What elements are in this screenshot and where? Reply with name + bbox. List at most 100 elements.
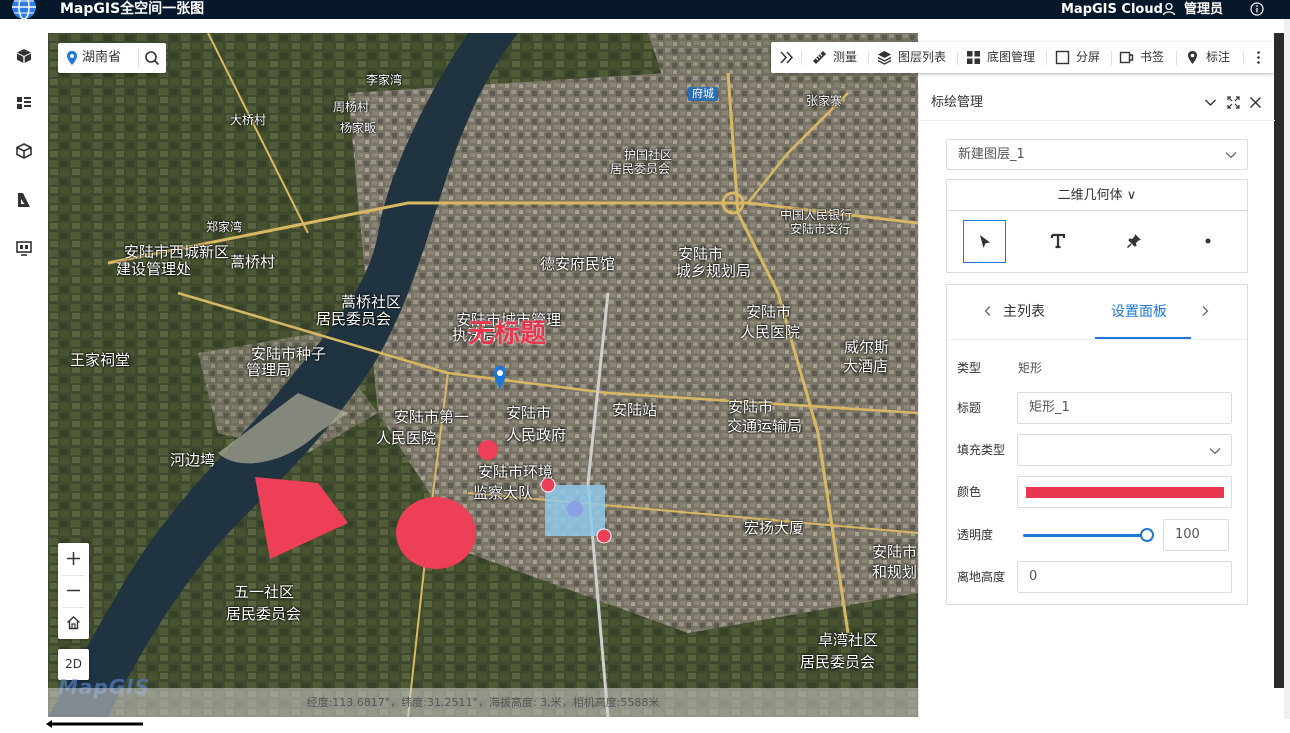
layer-list-button[interactable]: 图层列表: [877, 42, 955, 73]
fill-type-label: 填充类型: [957, 443, 1006, 457]
panel-title: 标绘管理: [931, 95, 984, 110]
fill-type-select[interactable]: [1017, 434, 1232, 466]
satellite-imagery: [48, 33, 918, 717]
user-name[interactable]: 管理员: [1184, 0, 1223, 19]
scrollbar[interactable]: [1284, 19, 1290, 719]
title-input[interactable]: 矩形_1: [1017, 392, 1232, 424]
split-screen-label: 分屏: [1076, 50, 1101, 64]
pin-tool[interactable]: [1113, 220, 1156, 263]
geometry-type-select[interactable]: 二维几何体 ∨: [947, 180, 1247, 211]
split-icon: [1055, 50, 1070, 65]
divider: [1111, 51, 1112, 65]
globe-logo-icon: [12, 0, 36, 20]
color-picker[interactable]: [1017, 476, 1232, 508]
dot-icon: [1205, 238, 1211, 244]
divider: [957, 51, 958, 65]
home-icon: [67, 616, 80, 630]
chevron-down-icon: [1209, 448, 1221, 455]
plot-manager-panel: 标绘管理 新建图层_1 二维几何体 ∨ 主列表 设置面板 类型 矩形 标题 矩形…: [918, 86, 1275, 717]
bookmark-icon: [1119, 51, 1134, 64]
home-button[interactable]: [58, 607, 89, 639]
map-edge: [1274, 33, 1284, 688]
divider: [1176, 51, 1177, 65]
title-label: 标题: [957, 401, 982, 415]
zoom-in-button[interactable]: [58, 543, 89, 575]
layers-cube-icon[interactable]: [15, 142, 33, 160]
horizontal-scrollbar[interactable]: [46, 719, 144, 729]
cursor-icon: [980, 235, 990, 248]
active-tab-indicator: [1095, 337, 1191, 339]
point-tool[interactable]: [1187, 220, 1230, 263]
fullscreen-icon[interactable]: [1227, 96, 1240, 109]
layer-select-value: 新建图层_1: [958, 147, 1025, 162]
annotate-button[interactable]: 标注: [1185, 42, 1240, 73]
grid-icon: [967, 51, 980, 64]
measure-label: 测量: [833, 50, 858, 64]
opacity-input[interactable]: 100: [1163, 519, 1229, 551]
measure-button[interactable]: 测量: [812, 42, 867, 73]
opacity-label: 透明度: [957, 528, 994, 542]
cloud-link[interactable]: MapGIS Cloud: [1061, 0, 1163, 19]
user-icon[interactable]: [1162, 2, 1176, 16]
map-view[interactable]: 李家湾 周杨村 大桥村 杨家畈 护国社区 居民委员会 府城 张家寨 郑家湾 中国…: [48, 33, 918, 717]
opacity-slider[interactable]: [1023, 534, 1146, 537]
list-icon[interactable]: [15, 94, 33, 112]
region-label[interactable]: 湖南省: [82, 43, 121, 73]
divider: [801, 51, 802, 65]
app-title: MapGIS全空间一张图: [60, 1, 205, 17]
select-tool[interactable]: [963, 220, 1006, 263]
chevron-right-icon[interactable]: [1199, 305, 1211, 317]
divider: [1046, 51, 1047, 65]
bookmark-label: 书签: [1140, 50, 1165, 64]
basemap-button[interactable]: 底图管理: [966, 42, 1044, 73]
annotation-point: [478, 440, 498, 460]
color-label: 颜色: [957, 485, 982, 499]
screen-icon[interactable]: [15, 239, 33, 257]
annotate-label: 标注: [1206, 50, 1231, 64]
layer-list-label: 图层列表: [898, 50, 947, 64]
text-tool[interactable]: [1037, 220, 1080, 263]
title-row: 标题 矩形_1: [947, 392, 1247, 424]
info-icon[interactable]: [1250, 2, 1264, 16]
region-search[interactable]: 湖南省: [58, 43, 166, 73]
opacity-row: 透明度 100: [947, 519, 1247, 551]
top-bar: MapGIS全空间一张图 MapGIS Cloud 管理员: [0, 0, 1290, 20]
zoom-out-button[interactable]: [58, 575, 89, 607]
divider: [1243, 51, 1244, 65]
chevron-left-icon[interactable]: [982, 305, 994, 317]
tab-main-list[interactable]: 主列表: [1003, 285, 1045, 340]
layer-select[interactable]: 新建图层_1: [946, 139, 1248, 170]
ruler-icon: [813, 51, 826, 64]
divider: [868, 51, 869, 65]
left-rail: [0, 33, 48, 733]
height-input[interactable]: 0: [1017, 561, 1232, 593]
pin-icon: [1126, 234, 1141, 249]
fill-type-row: 填充类型: [947, 434, 1247, 466]
opacity-slider-handle[interactable]: [1140, 528, 1154, 542]
cube-icon[interactable]: [15, 47, 33, 65]
measure-icon[interactable]: [15, 191, 33, 209]
search-icon[interactable]: [144, 50, 160, 66]
basemap-label: 底图管理: [987, 50, 1036, 64]
type-value: 矩形: [1018, 361, 1043, 375]
divider: [138, 49, 139, 67]
tab-settings[interactable]: 设置面板: [1111, 285, 1167, 340]
plus-icon: [67, 552, 80, 565]
panel-tabs: 主列表 设置面板: [947, 285, 1247, 340]
color-swatch: [1026, 487, 1224, 498]
chevron-down-icon[interactable]: [1204, 96, 1217, 109]
marker-icon: [1188, 51, 1197, 64]
split-screen-button[interactable]: 分屏: [1055, 42, 1110, 73]
chevron-down-icon: [1225, 152, 1237, 159]
type-row: 类型 矩形: [947, 352, 1247, 384]
more-button[interactable]: [1251, 42, 1267, 73]
height-row: 离地高度 0: [947, 561, 1247, 593]
coordinate-status: 经度:113.6817°，纬度:31.2511°，海拔高度: 3,米，相机高度:…: [48, 688, 918, 717]
collapse-toolbar-button[interactable]: [779, 42, 795, 73]
geometry-toolbox: 二维几何体 ∨: [946, 179, 1248, 273]
text-icon: [1050, 233, 1066, 249]
close-icon[interactable]: [1249, 96, 1262, 109]
bookmark-button[interactable]: 书签: [1119, 42, 1174, 73]
zoom-controls: [58, 543, 89, 639]
map-toolbar: 测量 图层列表 底图管理 分屏 书签 标注: [771, 42, 1274, 73]
